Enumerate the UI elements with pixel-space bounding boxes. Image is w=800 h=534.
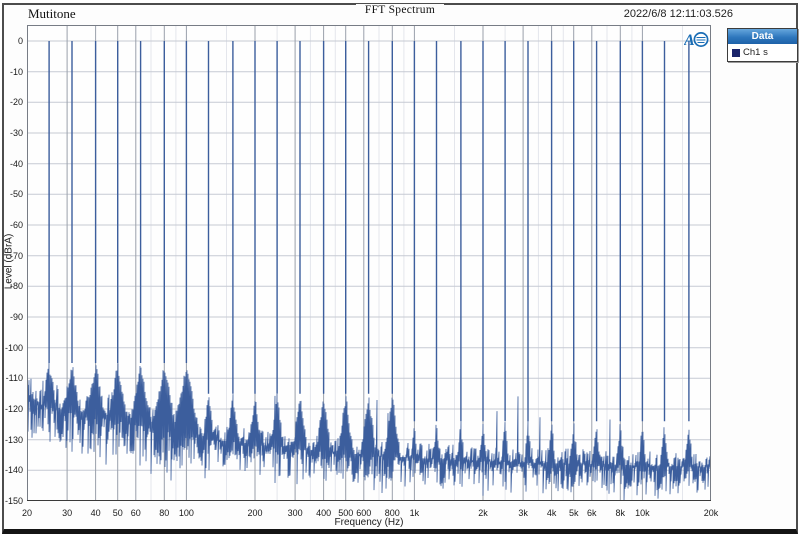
x-tick-label: 3k bbox=[518, 508, 528, 518]
y-tick-label: -150 bbox=[0, 496, 23, 506]
plot-area[interactable] bbox=[27, 25, 711, 501]
x-tick-label: 100 bbox=[179, 508, 194, 518]
x-axis-title: Frequency (Hz) bbox=[244, 517, 494, 528]
svg-text:A: A bbox=[684, 32, 695, 49]
y-tick-label: -10 bbox=[0, 67, 23, 77]
x-tick-label: 80 bbox=[159, 508, 169, 518]
measurement-label: Mutitone bbox=[28, 6, 76, 22]
x-tick-label: 60 bbox=[131, 508, 141, 518]
timestamp: 2022/6/8 12:11:03.526 bbox=[624, 8, 733, 20]
legend-entry-label: Ch1 s bbox=[743, 47, 768, 58]
y-axis-title: Level (dBrA) bbox=[4, 162, 15, 362]
x-tick-label: 8k bbox=[616, 508, 626, 518]
page-title-text: FFT Spectrum bbox=[356, 4, 444, 16]
x-tick-label: 20k bbox=[704, 508, 719, 518]
x-tick-label: 5k bbox=[569, 508, 579, 518]
fft-spectrum-window: FFT Spectrum Mutitone 2022/6/8 12:11:03.… bbox=[0, 0, 800, 534]
y-tick-label: -20 bbox=[0, 97, 23, 107]
y-tick-label: 0 bbox=[0, 36, 23, 46]
y-tick-label: -120 bbox=[0, 404, 23, 414]
legend-entry-ch1[interactable]: Ch1 s bbox=[728, 44, 797, 61]
y-tick-label: -30 bbox=[0, 128, 23, 138]
y-tick-label: -140 bbox=[0, 465, 23, 475]
x-tick-label: 10k bbox=[635, 508, 650, 518]
x-tick-label: 20 bbox=[22, 508, 32, 518]
legend-swatch bbox=[732, 49, 740, 57]
x-tick-label: 4k bbox=[547, 508, 557, 518]
x-tick-label: 50 bbox=[113, 508, 123, 518]
y-tick-label: -130 bbox=[0, 435, 23, 445]
x-tick-label: 40 bbox=[91, 508, 101, 518]
legend-header: Data bbox=[728, 29, 797, 44]
legend: Data Ch1 s bbox=[727, 28, 798, 62]
x-tick-label: 6k bbox=[587, 508, 597, 518]
x-tick-label: 30 bbox=[62, 508, 72, 518]
audio-precision-logo-icon: A bbox=[684, 30, 710, 54]
y-tick-label: -110 bbox=[0, 373, 23, 383]
